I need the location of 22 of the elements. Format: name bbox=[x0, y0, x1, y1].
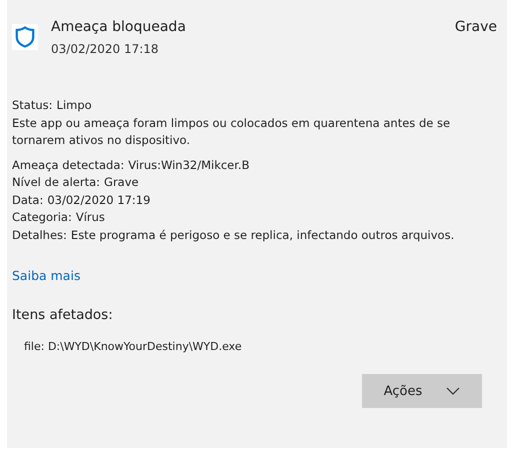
chevron-down-icon bbox=[446, 387, 460, 395]
severity-label: Grave bbox=[454, 18, 497, 37]
detail-label: Categoria: bbox=[12, 209, 72, 226]
detail-label: Detalhes: bbox=[12, 226, 67, 244]
detail-value: 03/02/2020 17:19 bbox=[47, 192, 150, 208]
status-description: Este app ou ameaça foram limpos ou colocados em quarentena antes de se tornarem ativos no dispositivo. bbox=[12, 114, 452, 149]
affected-file-path: file: D:\WYD\KnowYourDestiny\WYD.exe bbox=[24, 339, 243, 355]
detail-value: Este programa é perigoso e se replica, infectando outros arquivos. bbox=[70, 226, 454, 244]
affected-items-heading: Itens afetados: bbox=[12, 306, 114, 325]
status-value: Limpo bbox=[56, 97, 92, 114]
detail-value: Vírus bbox=[76, 209, 105, 226]
shield-icon bbox=[12, 24, 38, 50]
detail-value: Grave bbox=[104, 174, 139, 191]
detail-label: Nível de alerta: bbox=[12, 174, 100, 191]
detail-label: Data: bbox=[12, 192, 44, 208]
actions-button[interactable]: Ações bbox=[362, 374, 482, 408]
detail-value: Virus:Win32/Mikcer.B bbox=[128, 156, 250, 174]
alert-title: Ameaça bloqueada bbox=[51, 18, 187, 37]
alert-date: 03/02/2020 17:18 bbox=[51, 41, 160, 58]
status-label: Status: bbox=[12, 97, 53, 114]
detail-label: Ameaça detectada: bbox=[12, 156, 124, 174]
learn-more-link[interactable]: Saiba mais bbox=[12, 268, 80, 283]
